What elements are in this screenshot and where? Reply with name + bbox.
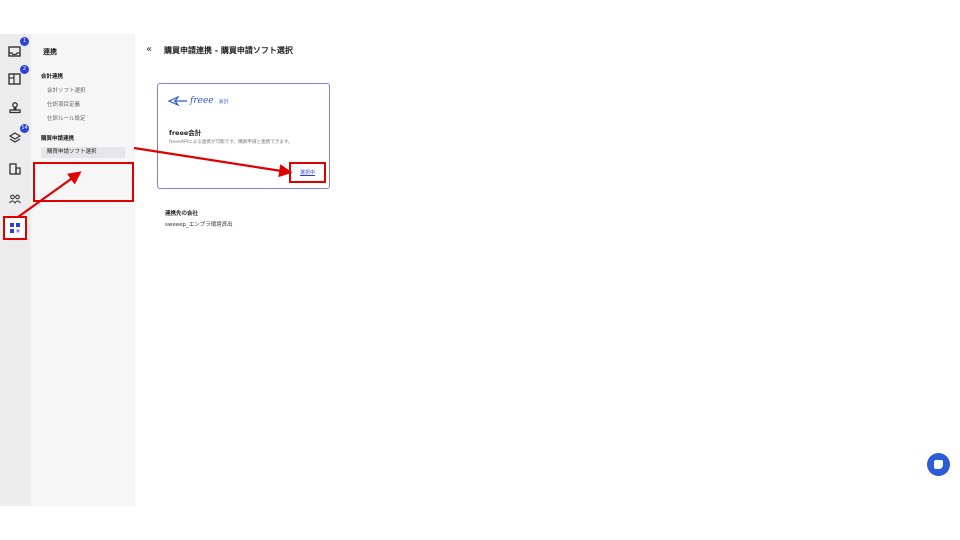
chat-bubble-icon — [934, 460, 943, 469]
secondary-nav: 連携 会計連携 会計ソフト選択 仕訳項目定義 仕訳ルール設定 購買申請連携 購買… — [31, 34, 135, 506]
card-name: freee会計 — [169, 129, 202, 137]
rail-item-apps[interactable] — [3, 216, 27, 240]
subnav-item-accounting-software[interactable]: 会計ソフト選択 — [47, 86, 86, 94]
apps-grid-icon — [10, 223, 20, 233]
subnav-item-journal-fields[interactable]: 仕訳項目定義 — [47, 100, 80, 108]
rail-badge: 14 — [20, 124, 29, 133]
subnav-item-purchase-software[interactable]: 購買申請ソフト選択 — [41, 147, 125, 158]
rail-item-stamp[interactable] — [6, 99, 24, 117]
subnav-item-journal-rules[interactable]: 仕訳ルール設定 — [47, 114, 86, 122]
rail-badge: 2 — [20, 65, 29, 74]
card-description: freeeAPIによる連携が可能です。購買申請と連携できます。 — [169, 140, 293, 145]
subnav-section-accounting: 会計連携 — [41, 74, 64, 80]
linked-company-label: 連携先の会社 — [165, 211, 199, 217]
inbox-icon — [8, 46, 21, 57]
rail-badge: 1 — [20, 37, 29, 46]
select-button[interactable]: 選択中 — [289, 162, 326, 183]
app-window: 1 2 14 連携 会計連携 会計ソフト選択 仕訳項目定義 仕訳ルール設定 購買… — [0, 34, 960, 506]
freee-logo: freee 会計 — [168, 96, 229, 106]
logo-subtext: 会計 — [218, 98, 229, 105]
rail-item-building[interactable] — [6, 160, 24, 178]
rail-item-panel[interactable]: 2 — [6, 65, 29, 88]
bird-icon — [168, 96, 187, 106]
annotation-highlight-box — [33, 162, 134, 202]
rail-item-inbox[interactable]: 1 — [6, 37, 29, 60]
stamp-icon — [9, 102, 21, 114]
subnav-title: 連携 — [43, 48, 57, 56]
icon-rail: 1 2 14 — [0, 34, 31, 506]
users-icon — [9, 194, 21, 205]
layers-icon — [8, 132, 22, 143]
rail-item-users[interactable] — [6, 190, 24, 208]
chat-button[interactable] — [927, 453, 950, 476]
subnav-section-purchase: 購買申請連携 — [41, 136, 75, 142]
page-title: 購買申請連携 - 購買申請ソフト選択 — [164, 46, 293, 55]
linked-company-value: sweeep_エンプラ環境資出 — [165, 222, 233, 228]
rail-item-layers[interactable]: 14 — [6, 124, 29, 147]
double-chevron-left-icon[interactable]: « — [146, 44, 152, 55]
building-icon — [9, 163, 21, 175]
software-card-freee[interactable]: freee 会計 freee会計 freeeAPIによる連携が可能です。購買申請… — [157, 83, 330, 189]
main-content: « 購買申請連携 - 購買申請ソフト選択 freee 会計 freee会計 fr… — [135, 34, 960, 506]
logo-text: freee — [190, 96, 214, 106]
panel-icon — [8, 73, 21, 85]
